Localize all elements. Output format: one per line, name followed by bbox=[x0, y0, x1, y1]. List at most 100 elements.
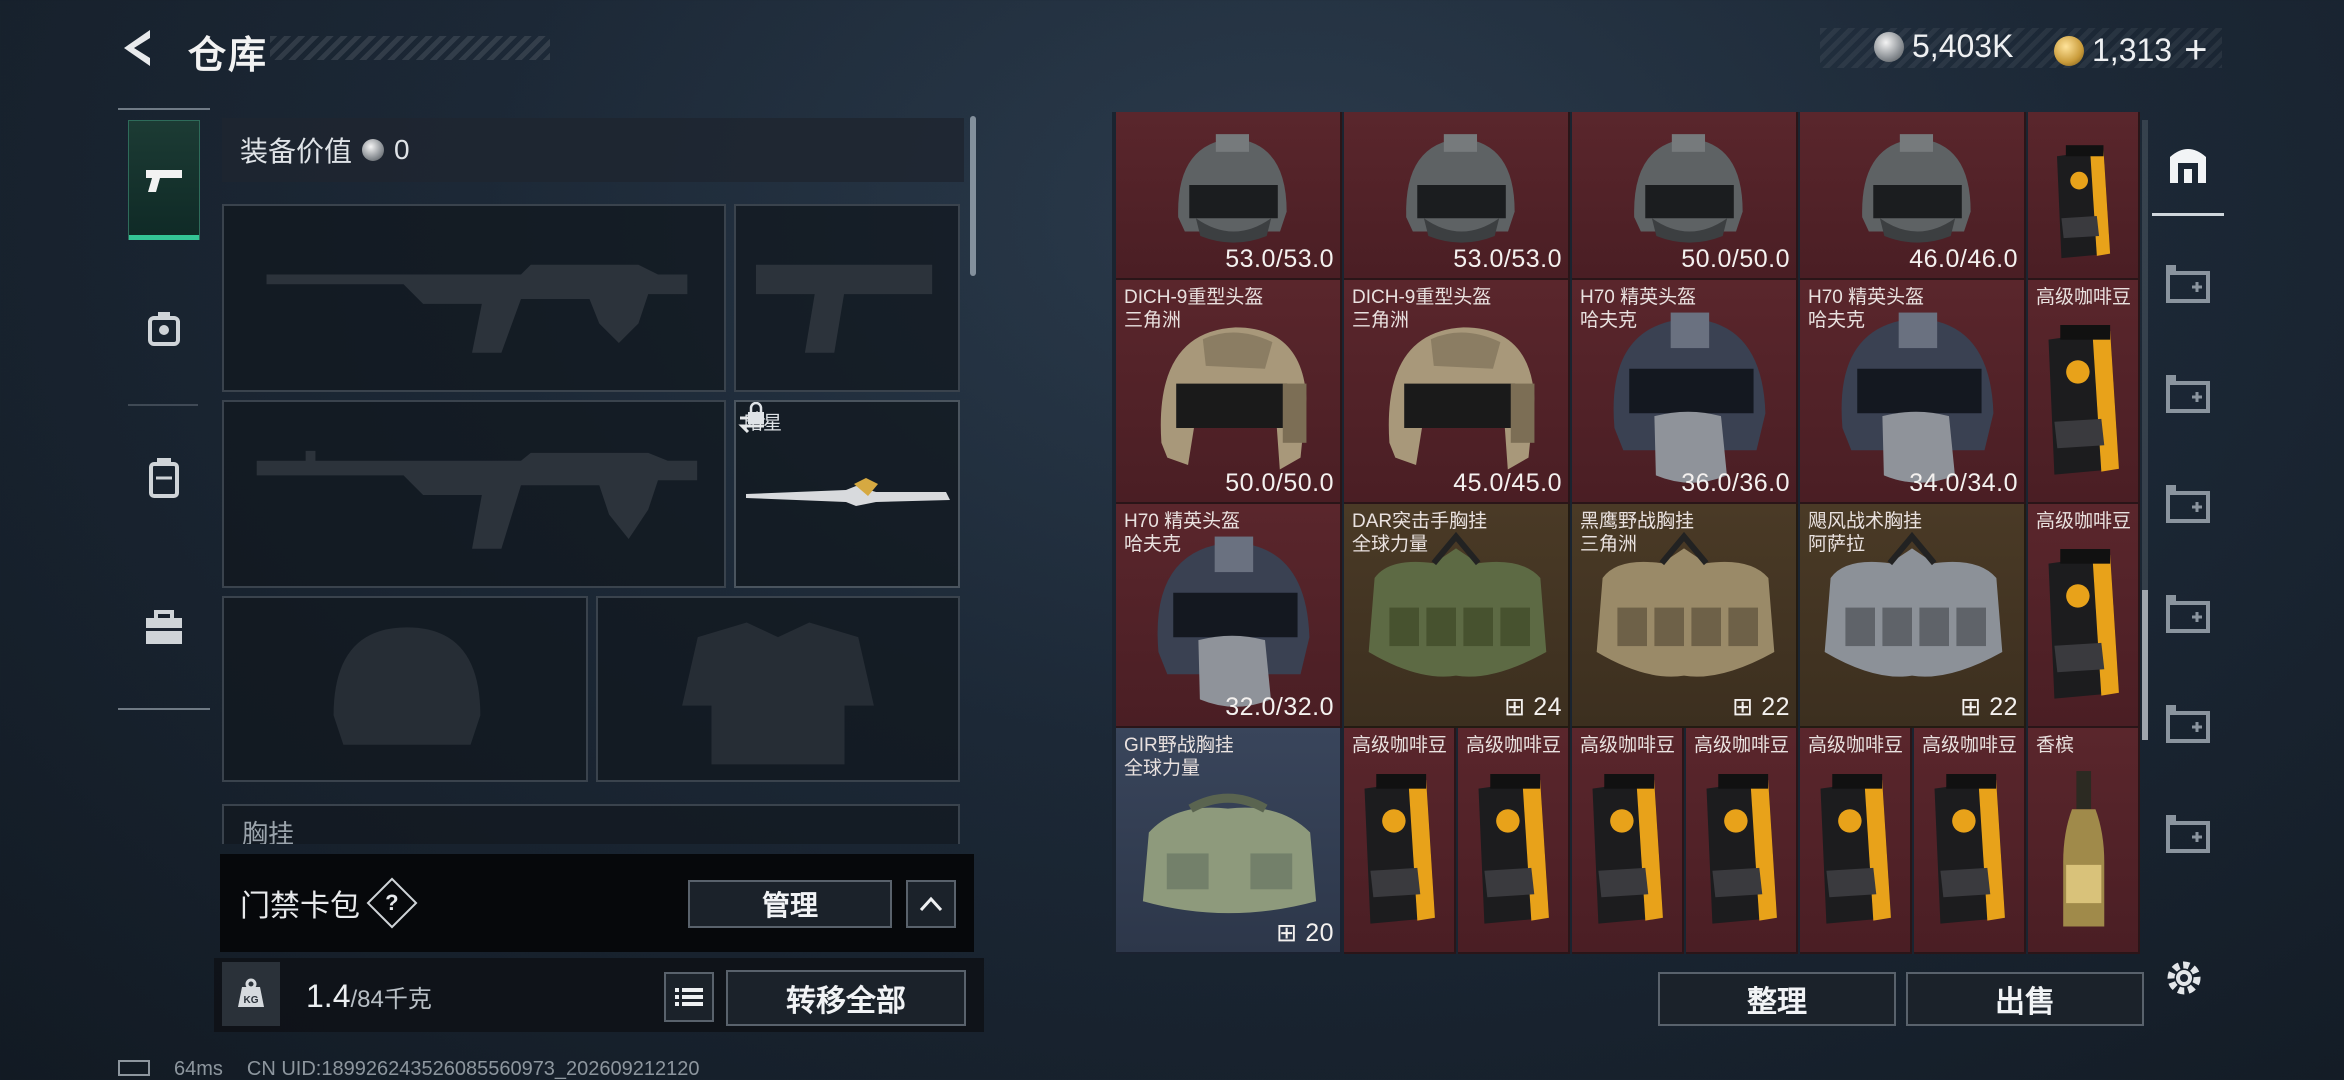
helmet-slot[interactable] bbox=[222, 596, 588, 782]
stash-item-coffee[interactable]: 高级咖啡豆 bbox=[1914, 728, 2026, 954]
item-name: 香槟 bbox=[2036, 735, 2075, 756]
rail-page-tab[interactable] bbox=[2152, 342, 2224, 446]
item-name: DICH-9重型头盔 三角洲 bbox=[1124, 287, 1264, 331]
uid-readout: CN UID:189926243526085560973_20260921212… bbox=[246, 1058, 700, 1080]
primary-weapon-slot[interactable] bbox=[222, 204, 726, 392]
rail-page-tab[interactable] bbox=[2152, 562, 2224, 666]
silver-amount: 5,403K bbox=[1912, 28, 2014, 64]
vest-silhouette-icon bbox=[682, 622, 874, 765]
item-name: 飓风战术胸挂 阿萨拉 bbox=[1808, 511, 1923, 555]
stash-item-coffee[interactable]: 高级咖啡豆 bbox=[2028, 280, 2140, 504]
stash-item-helmet[interactable]: H70 精英头盔 哈夫克 34.0/34.0 bbox=[1800, 280, 2026, 504]
backpack-icon bbox=[149, 458, 179, 498]
silver-coin-icon bbox=[362, 139, 385, 161]
stash-item-chest-rig[interactable]: 黑鹰野战胸挂 三角洲 ⊞ 22 bbox=[1572, 504, 1798, 728]
stash-item-coffee[interactable]: 高级咖啡豆 bbox=[1800, 728, 1912, 954]
stash-item-helmet[interactable]: DICH-9重型头盔 三角洲 45.0/45.0 bbox=[1344, 280, 1570, 504]
briefcase-icon bbox=[146, 610, 182, 644]
tab-armor[interactable] bbox=[128, 268, 200, 388]
stash-item-coffee-icon bbox=[2056, 145, 2111, 259]
rail-stash-home[interactable] bbox=[2152, 112, 2224, 216]
item-capacity: ⊞ 24 bbox=[1504, 693, 1562, 721]
equipment-scrollbar[interactable] bbox=[970, 116, 976, 276]
back-arrow-icon[interactable] bbox=[116, 26, 160, 70]
body-armor-slot[interactable] bbox=[596, 596, 960, 782]
sell-button[interactable]: 出售 bbox=[1906, 972, 2144, 1026]
assault-rifle-silhouette-icon bbox=[266, 264, 688, 353]
rail-page-tab[interactable] bbox=[2152, 452, 2224, 556]
stash-page-icon bbox=[2166, 485, 2210, 523]
rail-page-tab[interactable] bbox=[2152, 672, 2224, 776]
stash-item-champagne-icon bbox=[2063, 771, 2105, 927]
stash-item-helmet[interactable]: DICH-9重型头盔 三角洲 50.0/50.0 bbox=[1116, 280, 1342, 504]
kg-label: KG bbox=[244, 995, 259, 1006]
battery-icon bbox=[118, 1060, 150, 1076]
stash-page-rail bbox=[2152, 112, 2224, 954]
rail-page-tab[interactable] bbox=[2152, 782, 2224, 886]
weight-readout: 1.4/84千克 bbox=[306, 978, 432, 1015]
pistol-icon bbox=[146, 170, 182, 192]
stash-page-icon bbox=[2166, 705, 2210, 743]
stash-item-helmet[interactable]: 53.0/53.0 bbox=[1344, 112, 1570, 280]
item-durability: 32.0/32.0 bbox=[1225, 693, 1334, 721]
stash-item-helmet[interactable]: 50.0/50.0 bbox=[1572, 112, 1798, 280]
chest-rig-label: 胸挂 bbox=[242, 819, 295, 844]
stash-item-coffee-icon bbox=[1592, 774, 1663, 924]
stash-item-coffee[interactable]: 高级咖啡豆 bbox=[1344, 728, 1456, 954]
manage-button[interactable]: 管理 bbox=[688, 880, 892, 928]
help-icon[interactable]: ? bbox=[366, 877, 418, 929]
stash-scroll-thumb[interactable] bbox=[2142, 590, 2148, 740]
secondary-weapon-slot[interactable] bbox=[222, 400, 726, 588]
stash-item-coffee-icon bbox=[1364, 774, 1435, 924]
stash-item-helmet[interactable]: H70 精英头盔 哈夫克 32.0/32.0 bbox=[1116, 504, 1342, 728]
stash-page-icon bbox=[2166, 265, 2210, 303]
tab-weapons[interactable] bbox=[128, 120, 200, 240]
item-name: H70 精英头盔 哈夫克 bbox=[1124, 511, 1241, 555]
item-durability: 53.0/53.0 bbox=[1453, 245, 1562, 273]
chest-rig-section-peek: 胸挂 bbox=[222, 804, 960, 844]
add-currency-icon[interactable]: + bbox=[2184, 28, 2207, 73]
stash-item-chest-rig[interactable]: DAR突击手胸挂 全球力量 ⊞ 24 bbox=[1344, 504, 1570, 728]
item-name: 高级咖啡豆 bbox=[1694, 735, 1790, 756]
stash-item-coffee-icon bbox=[1820, 774, 1891, 924]
gold-amount: 1,313 bbox=[2092, 32, 2173, 68]
tab-backpack[interactable] bbox=[128, 418, 200, 538]
expand-button[interactable] bbox=[906, 880, 956, 928]
stash-item-helmet[interactable]: 46.0/46.0 bbox=[1800, 112, 2026, 280]
list-view-button[interactable] bbox=[664, 972, 714, 1022]
tab-case[interactable] bbox=[128, 568, 200, 688]
item-name: 高级咖啡豆 bbox=[2036, 287, 2132, 308]
stash-item-coffee[interactable]: 高级咖啡豆 bbox=[2028, 504, 2140, 728]
stash-item-champagne[interactable]: 香槟 bbox=[2028, 728, 2140, 954]
stash-item-chest-rig[interactable]: GIR野战胸挂 全球力量 ⊞ 20 bbox=[1116, 728, 1342, 954]
item-durability: 50.0/50.0 bbox=[1681, 245, 1790, 273]
item-name: DICH-9重型头盔 三角洲 bbox=[1352, 287, 1492, 331]
transfer-all-button[interactable]: 转移全部 bbox=[726, 970, 966, 1026]
weight-current: 1.4 bbox=[306, 978, 351, 1014]
item-name: 高级咖啡豆 bbox=[2036, 511, 2132, 532]
stash-item-coffee[interactable]: 高级咖啡豆 bbox=[1572, 728, 1684, 954]
stash-item-coffee[interactable]: 高级咖啡豆 bbox=[1458, 728, 1570, 954]
item-durability: 53.0/53.0 bbox=[1225, 245, 1334, 273]
stash-item-helmet[interactable]: H70 精英头盔 哈夫克 36.0/36.0 bbox=[1572, 280, 1798, 504]
stash-page-icon bbox=[2166, 375, 2210, 413]
stash-page-icon bbox=[2166, 815, 2210, 853]
stash-item-coffee[interactable]: 高级咖啡豆 bbox=[1686, 728, 1798, 954]
settings-gear-icon[interactable] bbox=[2162, 956, 2206, 1000]
rail-page-tab[interactable] bbox=[2152, 232, 2224, 336]
item-durability: 36.0/36.0 bbox=[1681, 469, 1790, 497]
loadout-side-nav bbox=[118, 108, 210, 712]
help-glyph: ? bbox=[385, 889, 399, 915]
stash-item-chest-rig[interactable]: 飓风战术胸挂 阿萨拉 ⊞ 22 bbox=[1800, 504, 2026, 728]
gold-currency[interactable]: 1,313 + bbox=[2054, 28, 2207, 73]
item-name: DAR突击手胸挂 全球力量 bbox=[1352, 511, 1488, 555]
stash-home-icon bbox=[2170, 148, 2206, 183]
sort-button[interactable]: 整理 bbox=[1658, 972, 1896, 1026]
status-line: 64ms CN UID:189926243526085560973_202609… bbox=[118, 1058, 700, 1080]
item-durability: 34.0/34.0 bbox=[1909, 469, 2018, 497]
stash-item-helmet[interactable]: 53.0/53.0 bbox=[1116, 112, 1342, 280]
item-name: 高级咖啡豆 bbox=[1922, 735, 2018, 756]
pistol-slot[interactable] bbox=[734, 204, 960, 392]
melee-slot[interactable]: 暗星 bbox=[734, 400, 960, 588]
stash-item-coffee[interactable] bbox=[2028, 112, 2140, 280]
